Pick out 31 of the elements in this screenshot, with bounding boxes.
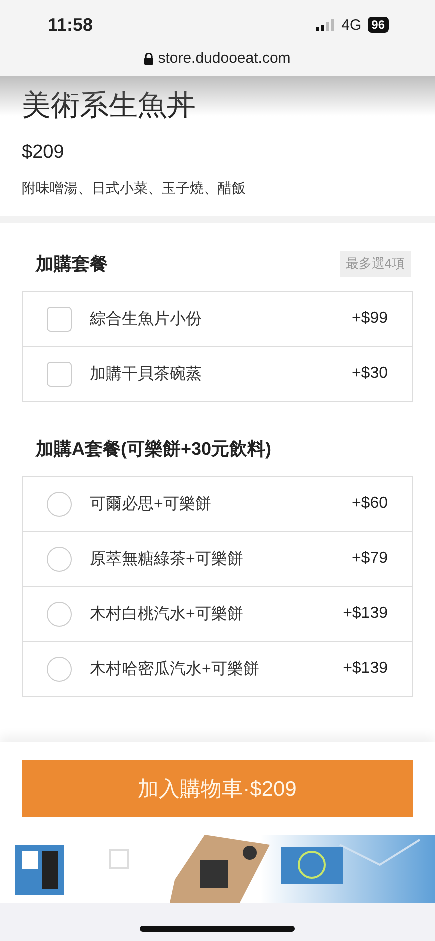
option-label: 綜合生魚片小份 (90, 310, 203, 330)
option-price: +$30 (352, 365, 388, 383)
url-text[interactable]: store.dudooeat.com (158, 50, 291, 67)
option-label: 加購干貝茶碗蒸 (90, 364, 203, 384)
battery-level: 96 (368, 17, 389, 33)
option-label: 木村白桃汽水+可樂餅 (90, 604, 244, 624)
signal-icon (316, 19, 336, 31)
selection-limit: 最多選4項 (340, 251, 411, 277)
network-label: 4G (342, 16, 362, 34)
option-price: +$139 (343, 660, 388, 678)
option-label: 可爾必思+可樂餅 (90, 494, 212, 514)
group-title: 加購套餐 (36, 253, 108, 276)
product-price: $209 (22, 142, 66, 164)
clock-time: 11:58 (48, 14, 94, 36)
option-price: +$99 (352, 310, 388, 328)
checkbox[interactable] (47, 362, 72, 386)
checkbox[interactable] (47, 306, 72, 332)
radio-button[interactable] (47, 492, 72, 516)
lock-icon (144, 52, 154, 64)
product-description: 附味噌湯、日式小菜、玉子燒、醋飯 (22, 180, 247, 198)
home-indicator[interactable] (140, 926, 295, 932)
product-title: 美術系生魚丼 (22, 89, 197, 124)
radio-button[interactable] (47, 546, 72, 572)
option-label: 木村哈密瓜汽水+可樂餅 (90, 660, 260, 680)
option-price: +$139 (343, 605, 388, 623)
radio-button[interactable] (47, 602, 72, 626)
radio-button[interactable] (47, 656, 72, 682)
group-title: 加購A套餐(可樂餅+30元飲料) (36, 438, 272, 461)
option-price: +$79 (352, 550, 388, 568)
option-price: +$60 (352, 495, 388, 513)
option-label: 原萃無糖綠茶+可樂餅 (90, 550, 244, 570)
